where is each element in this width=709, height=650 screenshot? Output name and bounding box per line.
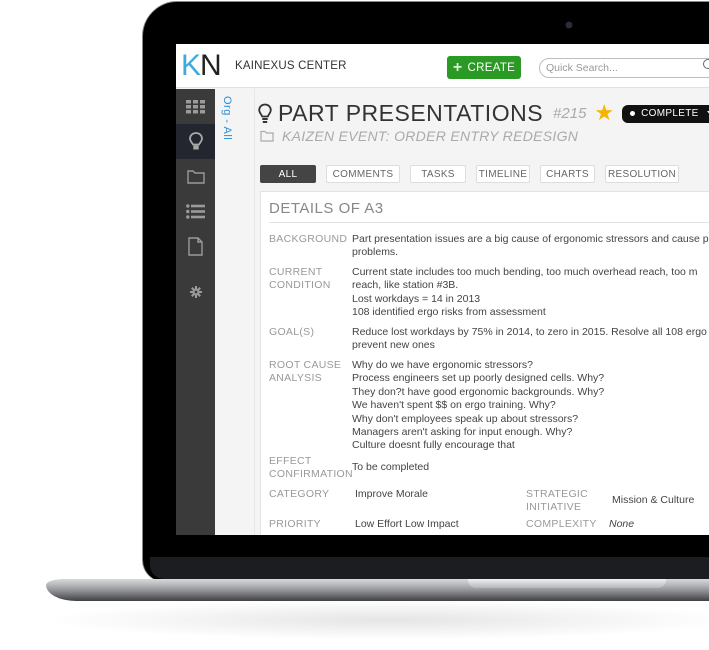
top-bar: KN KAINEXUS CENTER + CREATE Quick Search… — [176, 44, 709, 88]
page-title: PART PRESENTATIONS — [278, 100, 544, 126]
laptop-shadow — [40, 600, 709, 640]
details-panel: DETAILS OF A3 BACKGROUND Part presentati… — [260, 191, 709, 535]
sidebar-item-improvements[interactable] — [176, 124, 215, 159]
folder-icon — [260, 130, 274, 142]
sidebar-item-reports[interactable] — [176, 229, 215, 264]
project-breadcrumb: KAIZEN EVENT: ORDER ENTRY REDESIGN — [260, 128, 578, 144]
star-icon[interactable]: ★ — [594, 102, 614, 125]
sidebar-item-projects[interactable] — [176, 159, 215, 194]
item-header: PART PRESENTATIONS #215 ★ COMPLETE — [258, 100, 709, 127]
create-label: CREATE — [467, 61, 516, 74]
details-title: DETAILS OF A3 — [269, 200, 384, 217]
status-label: COMPLETE — [641, 108, 699, 119]
lightbulb-icon — [258, 103, 272, 123]
search-icon[interactable] — [703, 59, 709, 69]
quick-search-input[interactable]: Quick Search... — [539, 58, 709, 78]
sidebar — [176, 89, 215, 535]
status-dropdown[interactable]: COMPLETE — [622, 104, 709, 123]
divider — [269, 222, 709, 223]
tab-charts[interactable]: CHARTS — [540, 165, 595, 183]
tab-timeline[interactable]: TIMELINE — [476, 165, 530, 183]
gear-icon — [189, 285, 202, 298]
document-icon — [188, 237, 203, 256]
tab-comments[interactable]: COMMENTS — [326, 165, 400, 183]
camera-icon — [566, 22, 572, 28]
org-filter-toggle[interactable]: Org - All — [221, 96, 233, 140]
app-title: KAINEXUS CENTER — [235, 60, 347, 72]
app-screen: KN KAINEXUS CENTER + CREATE Quick Search… — [176, 44, 709, 535]
status-dot-icon — [630, 111, 636, 116]
sidebar-item-dashboard[interactable] — [176, 89, 215, 124]
item-number: #215 — [553, 105, 587, 122]
lightbulb-icon — [188, 131, 203, 149]
kainexus-logo[interactable]: KN — [181, 50, 222, 82]
tab-all[interactable]: ALL — [260, 165, 316, 183]
sidebar-item-lists[interactable] — [176, 194, 215, 229]
grid-icon — [185, 99, 205, 113]
plus-icon: + — [452, 58, 463, 76]
org-filter-rail — [215, 89, 255, 535]
list-icon — [186, 204, 205, 219]
laptop-notch — [468, 579, 666, 588]
create-button[interactable]: + CREATE — [447, 56, 521, 79]
tab-tasks[interactable]: TASKS — [410, 165, 466, 183]
folder-icon — [186, 170, 205, 184]
tab-bar: ALL COMMENTS TASKS TIMELINE CHARTS RESOL… — [260, 165, 679, 183]
sidebar-item-settings[interactable] — [176, 274, 215, 309]
laptop-chin — [150, 557, 709, 579]
tab-resolution[interactable]: RESOLUTION — [605, 165, 679, 183]
project-link[interactable]: KAIZEN EVENT: ORDER ENTRY REDESIGN — [282, 128, 578, 144]
